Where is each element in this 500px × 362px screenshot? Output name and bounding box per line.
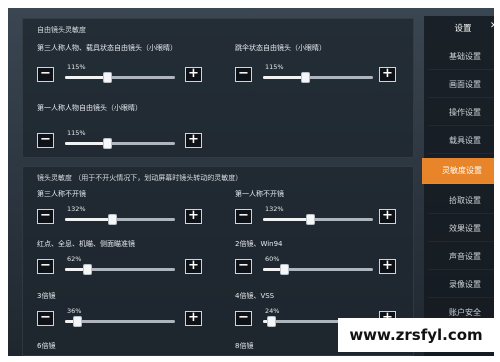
increase-button[interactable]: + (379, 209, 396, 224)
increase-button[interactable]: + (379, 259, 396, 274)
decrease-button[interactable]: − (37, 67, 54, 82)
slider-tpp-vehicle-freelook: 第三人称人物、载具状态自由镜头（小眼睛） − 115% + (37, 43, 217, 89)
slider-6x: 6倍镜 (37, 341, 217, 355)
slider-value: 115% (265, 63, 284, 71)
decrease-button[interactable]: − (37, 133, 54, 148)
sidebar-item-effects[interactable]: 效果设置 (428, 216, 494, 242)
slider-label: 红点、全息、机瞄、侧面瞄准镜 (37, 240, 135, 248)
slider-tpp-no-scope: 第三人称不开镜 − 132% + (37, 189, 217, 229)
decrease-button[interactable]: − (235, 259, 252, 274)
slider-value: 115% (67, 129, 86, 137)
slider-label: 4倍镜、VSS (235, 292, 275, 300)
slider-thumb[interactable] (301, 72, 310, 83)
slider-parachute-freelook: 跳伞状态自由镜头（小眼睛） − 115% + (235, 43, 415, 89)
slider-label: 8倍镜 (235, 342, 254, 350)
sidebar-item-vehicle[interactable]: 载具设置 (428, 128, 494, 154)
slider-thumb[interactable] (108, 214, 117, 225)
slider-track[interactable] (65, 72, 175, 83)
slider-value: 36% (67, 307, 82, 315)
slider-fill (263, 218, 310, 221)
free-look-title: 自由镜头灵敏度 (37, 26, 86, 34)
slider-thumb[interactable] (267, 316, 276, 327)
slider-red-dot-holo: 红点、全息、机瞄、侧面瞄准镜 − 62% + (37, 239, 217, 279)
slider-value: 62% (67, 255, 82, 263)
slider-fill (65, 218, 112, 221)
slider-label: 6倍镜 (37, 342, 56, 350)
slider-label: 跳伞状态自由镜头（小眼睛） (235, 44, 326, 52)
sidebar-item-controls[interactable]: 操作设置 (428, 100, 494, 126)
slider-3x: 3倍镜 − 36% + (37, 291, 217, 331)
close-icon[interactable]: ✕ (490, 21, 494, 31)
decrease-button[interactable]: − (235, 67, 252, 82)
sidebar-item-audio[interactable]: 声音设置 (428, 244, 494, 270)
sidebar-title: 设置 (454, 24, 472, 34)
decrease-button[interactable]: − (37, 209, 54, 224)
settings-sidebar: 设置 ✕ 基础设置 画面设置 操作设置 载具设置 灵敏度设置 拾取设置 效果设置… (422, 16, 494, 356)
slider-fpp-no-scope: 第一人称不开镜 − 132% + (235, 189, 415, 229)
decrease-button[interactable]: − (37, 259, 54, 274)
slider-thumb[interactable] (103, 72, 112, 83)
slider-track[interactable] (65, 138, 175, 149)
slider-thumb[interactable] (73, 316, 82, 327)
slider-thumb[interactable] (280, 264, 289, 275)
slider-label: 2倍镜、Win94 (235, 240, 283, 248)
slider-track[interactable] (65, 264, 175, 275)
decrease-button[interactable]: − (235, 209, 252, 224)
slider-thumb[interactable] (83, 264, 92, 275)
slider-value: 24% (265, 307, 280, 315)
free-look-panel: 自由镜头灵敏度 第三人称人物、载具状态自由镜头（小眼睛） − 115% + 跳伞… (22, 18, 414, 158)
slider-fill (263, 76, 305, 79)
slider-value: 132% (67, 205, 86, 213)
slider-fill (65, 142, 107, 145)
slider-thumb[interactable] (103, 138, 112, 149)
slider-track[interactable] (263, 72, 373, 83)
slider-track[interactable] (263, 214, 373, 225)
slider-value: 132% (265, 205, 284, 213)
increase-button[interactable]: + (185, 209, 202, 224)
slider-value: 60% (265, 255, 280, 263)
slider-label: 第三人称人物、载具状态自由镜头（小眼睛） (37, 44, 177, 52)
watermark-text: www.zrsfyl.com (338, 318, 494, 352)
decrease-button[interactable]: − (235, 311, 252, 326)
sidebar-item-replay[interactable]: 录像设置 (428, 272, 494, 298)
sidebar-item-basic[interactable]: 基础设置 (428, 44, 494, 70)
increase-button[interactable]: + (185, 311, 202, 326)
slider-thumb[interactable] (306, 214, 315, 225)
slider-fpp-freelook: 第一人称人物自由镜头（小眼睛） − 115% + (37, 103, 217, 149)
sidebar-item-graphics[interactable]: 画面设置 (428, 72, 494, 98)
slider-value: 115% (67, 63, 86, 71)
slider-label: 3倍镜 (37, 292, 56, 300)
slider-2x-win94: 2倍镜、Win94 − 60% + (235, 239, 415, 279)
increase-button[interactable]: + (185, 259, 202, 274)
increase-button[interactable]: + (185, 133, 202, 148)
sidebar-item-pickup[interactable]: 拾取设置 (428, 188, 494, 214)
game-settings-background: 自由镜头灵敏度 第三人称人物、载具状态自由镜头（小眼睛） − 115% + 跳伞… (8, 8, 494, 356)
increase-button[interactable]: + (185, 67, 202, 82)
slider-label: 第一人称不开镜 (235, 190, 284, 198)
camera-title: 镜头灵敏度 （用于不开火情况下，划动屏幕时镜头转动的灵敏度） (37, 174, 243, 182)
slider-label: 第三人称不开镜 (37, 190, 86, 198)
slider-label: 第一人称人物自由镜头（小眼睛） (37, 104, 142, 112)
decrease-button[interactable]: − (37, 311, 54, 326)
increase-button[interactable]: + (379, 67, 396, 82)
sidebar-item-sensitivity[interactable]: 灵敏度设置 (422, 158, 494, 184)
slider-track[interactable] (263, 264, 373, 275)
slider-fill (65, 76, 107, 79)
slider-track[interactable] (65, 214, 175, 225)
slider-track[interactable] (65, 316, 175, 327)
